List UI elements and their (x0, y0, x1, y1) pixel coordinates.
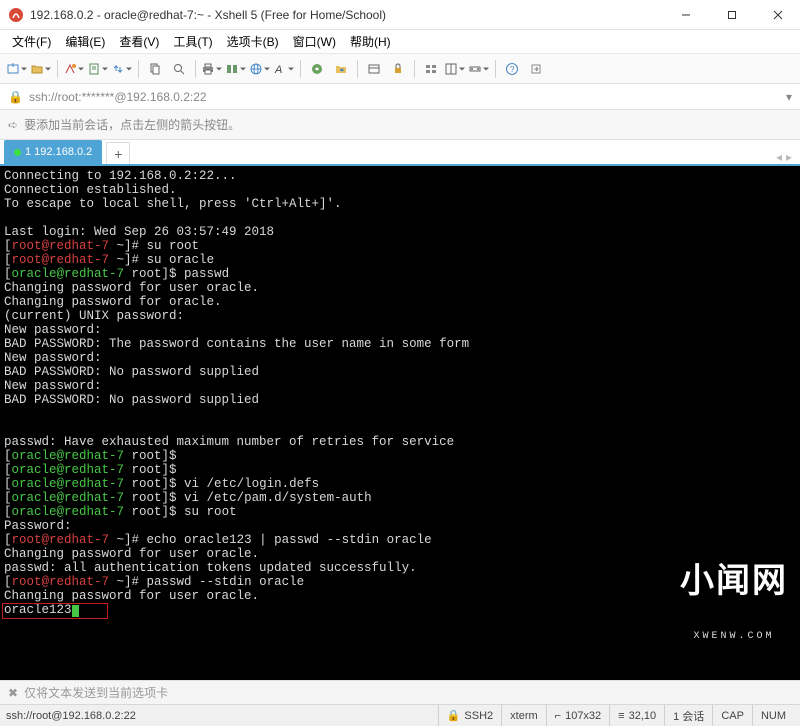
pos-icon: ≡ (618, 710, 624, 722)
tab-next-icon[interactable]: ▸ (786, 150, 792, 164)
menu-window[interactable]: 窗口(W) (287, 30, 342, 53)
lock-icon: 🔒 (8, 90, 23, 104)
print-button[interactable] (201, 58, 223, 80)
compose-button[interactable] (363, 58, 385, 80)
encoding-button[interactable] (249, 58, 271, 80)
bottom-info-text: 仅将文本发送到当前选项卡 (24, 684, 168, 701)
terminal[interactable]: Connecting to 192.168.0.2:22... Connecti… (0, 166, 800, 680)
menu-tools[interactable]: 工具(T) (167, 30, 218, 53)
text-send-icon[interactable]: ✖ (8, 686, 18, 700)
toolbar-separator (414, 60, 415, 78)
layout-button[interactable] (444, 58, 466, 80)
address-bar[interactable]: 🔒 ssh://root:*******@192.168.0.2:22 ▾ (0, 84, 800, 110)
font-button[interactable]: A (273, 58, 295, 80)
copy-button[interactable] (144, 58, 166, 80)
toolbar-separator (138, 60, 139, 78)
status-term: xterm (501, 705, 546, 726)
status-left: ssh://root@192.168.0.2:22 (6, 710, 438, 722)
menu-file[interactable]: 文件(F) (6, 30, 57, 53)
info-text: 要添加当前会话，点击左侧的箭头按钮。 (24, 116, 240, 133)
svg-text:?: ? (510, 65, 515, 74)
watermark: 小闻网 XWENW.COM (672, 534, 796, 676)
maximize-button[interactable] (718, 5, 746, 25)
toolbar-separator (300, 60, 301, 78)
xagent-button[interactable] (306, 58, 328, 80)
new-session-button[interactable] (6, 58, 28, 80)
tab-strip: 1 192.168.0.2 + ◂ ▸ (0, 140, 800, 166)
status-num: NUM (752, 705, 794, 726)
chevron-down-icon[interactable]: ▾ (786, 90, 792, 104)
status-protocol: 🔒SSH2 (438, 705, 501, 726)
tab-nav: ◂ ▸ (776, 150, 796, 164)
status-pos: ≡32,10 (609, 705, 664, 726)
session-tab[interactable]: 1 192.168.0.2 (4, 140, 102, 164)
menu-tab[interactable]: 选项卡(B) (221, 30, 285, 53)
size-icon: ⌐ (555, 710, 561, 722)
search-button[interactable] (168, 58, 190, 80)
script-button[interactable] (87, 58, 109, 80)
svg-text:A: A (274, 64, 282, 76)
help-button[interactable]: ? (501, 58, 523, 80)
minimize-button[interactable] (672, 5, 700, 25)
new-tab-button[interactable]: + (106, 142, 130, 164)
status-size: ⌐107x32 (546, 705, 610, 726)
menu-edit[interactable]: 编辑(E) (59, 30, 111, 53)
toolbar-separator (495, 60, 496, 78)
arrow-icon[interactable]: ➪ (8, 118, 18, 132)
watermark-big: 小闻网 (680, 566, 788, 602)
open-button[interactable] (30, 58, 52, 80)
sessions-button[interactable] (420, 58, 442, 80)
close-button[interactable] (764, 5, 792, 25)
bottom-info-bar: ✖ 仅将文本发送到当前选项卡 (0, 680, 800, 704)
lock-icon: 🔒 (447, 709, 461, 722)
status-cap: CAP (712, 705, 752, 726)
toolbar-separator (195, 60, 196, 78)
menu-view[interactable]: 查看(V) (113, 30, 165, 53)
status-session: 1 会话 (664, 705, 712, 726)
app-icon (8, 7, 24, 23)
window-title: 192.168.0.2 - oracle@redhat-7:~ - Xshell… (30, 8, 672, 22)
info-bar: ➪ 要添加当前会话，点击左侧的箭头按钮。 (0, 110, 800, 140)
launch-button[interactable] (525, 58, 547, 80)
menubar: 文件(F) 编辑(E) 查看(V) 工具(T) 选项卡(B) 窗口(W) 帮助(… (0, 30, 800, 54)
toolbar-separator (57, 60, 58, 78)
transfer-button[interactable] (111, 58, 133, 80)
lock-button[interactable] (387, 58, 409, 80)
status-bar: ssh://root@192.168.0.2:22 🔒SSH2 xterm ⌐1… (0, 704, 800, 726)
toolbar-separator (357, 60, 358, 78)
titlebar: 192.168.0.2 - oracle@redhat-7:~ - Xshell… (0, 0, 800, 30)
tab-label: 1 192.168.0.2 (25, 146, 92, 158)
menu-help[interactable]: 帮助(H) (344, 30, 397, 53)
tunnel-button[interactable] (468, 58, 490, 80)
watermark-small: XWENW.COM (680, 630, 788, 644)
xftp-button[interactable] (330, 58, 352, 80)
properties-button[interactable] (225, 58, 247, 80)
toolbar: A ? (0, 54, 800, 84)
address-url: ssh://root:*******@192.168.0.2:22 (29, 90, 207, 104)
tab-prev-icon[interactable]: ◂ (776, 150, 782, 164)
status-dot-icon (14, 149, 21, 156)
color-button[interactable] (63, 58, 85, 80)
